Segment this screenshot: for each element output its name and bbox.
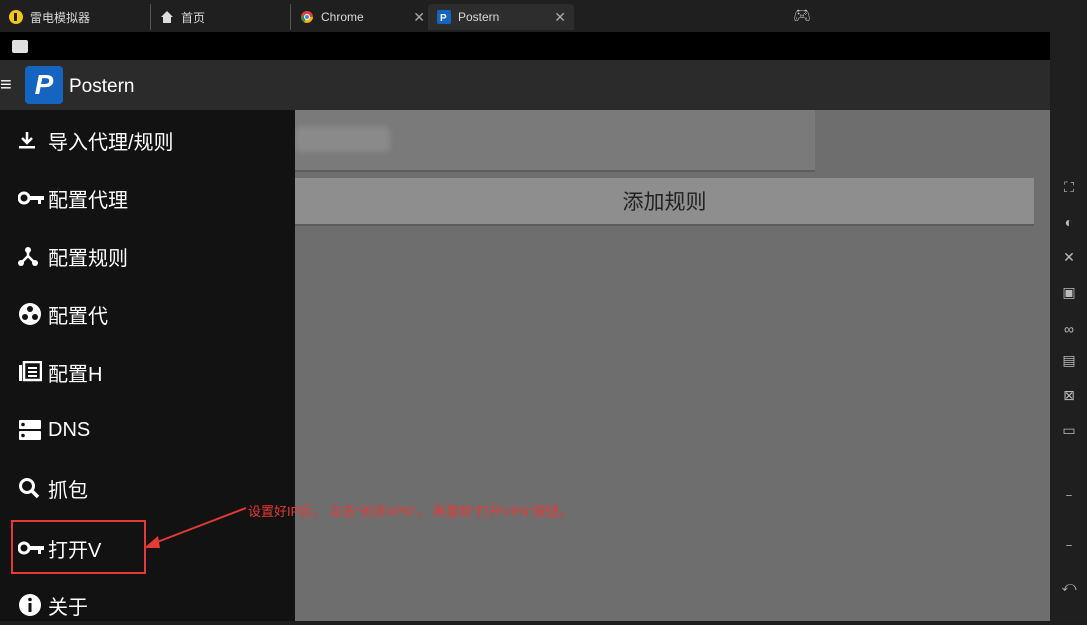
image-notification-icon — [12, 40, 28, 53]
multi-instance-icon[interactable]: ∞ — [1059, 320, 1079, 338]
rule-filter-strip — [295, 110, 815, 172]
highlight-box — [11, 520, 146, 574]
gamepad-icon[interactable]: 🎮︎ — [793, 7, 811, 24]
blurred-text — [295, 126, 390, 152]
drawer-item-dns[interactable]: DNS — [18, 410, 90, 450]
postern-logo: P — [25, 66, 63, 104]
drawer-item-label: 抓包 — [48, 479, 88, 502]
drawer-item-proxy[interactable]: 配置代理 — [18, 178, 128, 218]
emulator-tab-bar: 雷电模拟器 首页 Chrome ✕ P Postern ✕ 🎮︎ — [0, 0, 1087, 32]
tab-home[interactable]: 首页 — [150, 4, 289, 30]
tab-postern[interactable]: P Postern ✕ — [428, 4, 574, 30]
shrink-icon[interactable]: ✕ — [1059, 248, 1079, 266]
app-title: Postern — [69, 76, 135, 97]
hamburger-menu-icon[interactable]: ≡ — [0, 75, 12, 95]
tab-label: 首页 — [181, 10, 206, 25]
fork-icon — [18, 246, 48, 266]
drawer-item-label: DNS — [48, 418, 91, 441]
dns-icon — [18, 419, 48, 441]
chrome-icon — [299, 9, 315, 25]
apk-install-icon[interactable]: ▣ — [1059, 283, 1079, 301]
drawer-item-label: 导入代理/规则 — [48, 131, 174, 154]
tab-label: 雷电模拟器 — [30, 10, 91, 25]
tab-label: Chrome — [321, 10, 364, 24]
drawer-item-proxy-group[interactable]: 配置代 — [18, 294, 108, 334]
proxy-group-icon — [18, 302, 48, 326]
close-icon[interactable]: ✕ — [554, 9, 566, 26]
annotation-arrow — [144, 507, 247, 548]
record-icon[interactable]: ⊠ — [1059, 386, 1079, 404]
drawer-item-rules[interactable]: 配置规则 — [18, 236, 128, 276]
drawer-item-label: 配置H — [48, 363, 103, 386]
rotate-icon[interactable]: ⤺ — [1059, 577, 1079, 595]
home-icon — [159, 9, 175, 25]
drawer-item-hosts[interactable]: 配置H — [18, 352, 102, 392]
window-icon[interactable]: ▭ — [1059, 421, 1079, 439]
android-status-bar — [0, 32, 1050, 60]
home-button-icon[interactable]: ‾ — [1059, 542, 1079, 560]
tab-label: Postern — [458, 10, 500, 24]
download-icon — [18, 131, 48, 149]
app-bar: ≡ P Postern — [0, 60, 1050, 110]
svg-text:P: P — [440, 13, 447, 24]
search-icon — [18, 477, 48, 499]
add-rule-button[interactable]: 添加规则 — [295, 178, 1034, 226]
drawer-item-label: 配置规则 — [48, 247, 128, 270]
annotation-text: 设置好IP后， 点击“关闭VPN”， 再重新“打开VPN”按钮。 — [248, 504, 573, 519]
settings-icon[interactable]: ◐ — [1059, 213, 1079, 231]
back-icon[interactable]: ‾ — [1059, 492, 1079, 510]
key-icon — [18, 191, 48, 205]
drawer-item-capture[interactable]: 抓包 — [18, 468, 88, 508]
emulator-side-toolbar: ⛶ ◐ ✕ ▣ ∞ ▤ ⊠ ▭ ‾ ‾ ⤺ — [1050, 32, 1087, 621]
leidian-logo-icon — [8, 9, 24, 25]
main-content: 添加规则 — [295, 110, 1050, 621]
tab-chrome[interactable]: Chrome ✕ — [290, 4, 433, 30]
screenshot-icon[interactable]: ▤ — [1059, 351, 1079, 369]
drawer-item-label: 配置代 — [48, 305, 108, 328]
drawer-item-import[interactable]: 导入代理/规则 — [18, 120, 174, 160]
postern-icon: P — [436, 9, 452, 25]
list-icon — [18, 361, 48, 383]
fullscreen-icon[interactable]: ⛶ — [1059, 178, 1079, 196]
tab-emulator[interactable]: 雷电模拟器 — [8, 4, 138, 30]
info-icon — [18, 593, 48, 617]
drawer-item-about[interactable]: 关于 — [18, 585, 88, 625]
close-icon[interactable]: ✕ — [413, 9, 425, 26]
drawer-item-label: 配置代理 — [48, 189, 128, 212]
drawer-item-label: 关于 — [48, 596, 88, 619]
